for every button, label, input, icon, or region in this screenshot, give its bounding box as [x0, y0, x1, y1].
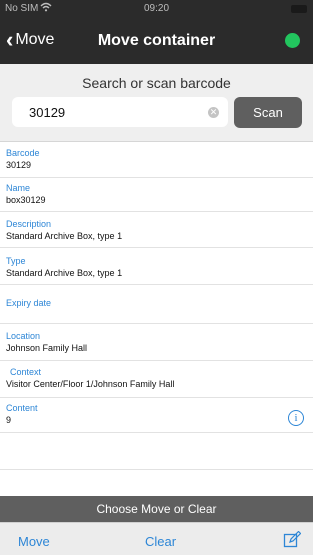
barcode-row: Barcode 30129 — [0, 143, 313, 178]
battery-icon — [291, 5, 307, 13]
description-label: Description — [6, 219, 52, 229]
empty-row — [0, 433, 313, 470]
barcode-value: 30129 — [6, 160, 32, 170]
bottom-toolbar: Move Clear — [0, 522, 313, 555]
content-label: Content — [6, 403, 38, 413]
type-label: Type — [6, 256, 26, 266]
location-row: Location Johnson Family Hall — [0, 324, 313, 361]
clear-circle-icon[interactable]: ✕ — [208, 107, 219, 118]
description-row: Description Standard Archive Box, type 1 — [0, 212, 313, 248]
context-value: Visitor Center/Floor 1/Johnson Family Ha… — [6, 379, 175, 389]
page-title: Move container — [97, 32, 216, 49]
scan-button[interactable]: Scan — [234, 97, 302, 128]
description-value: Standard Archive Box, type 1 — [6, 231, 123, 241]
edit-icon[interactable] — [283, 530, 302, 549]
search-heading: Search or scan barcode — [82, 75, 231, 91]
name-label: Name — [6, 183, 31, 193]
move-button[interactable]: Move — [18, 534, 50, 549]
content-value: 9 — [6, 415, 12, 425]
clock-label: 09:20 — [143, 3, 170, 14]
context-label: Context — [10, 367, 42, 377]
search-panel: Search or scan barcode ✕ Scan — [0, 64, 313, 142]
connection-status-indicator — [285, 33, 300, 48]
navigation-bar: ‹ Move Move container — [0, 18, 313, 64]
search-field-container: ✕ — [12, 97, 228, 127]
name-row: Name box30129 — [0, 178, 313, 212]
barcode-search-input[interactable] — [12, 97, 202, 127]
barcode-label: Barcode — [6, 148, 40, 158]
info-icon[interactable]: i — [288, 410, 304, 426]
location-label: Location — [6, 331, 41, 341]
content-row[interactable]: Content 9 i — [0, 398, 313, 433]
action-prompt-bar: Choose Move or Clear — [0, 496, 313, 522]
type-row: Type Standard Archive Box, type 1 — [0, 248, 313, 285]
expiry-date-row: Expiry date — [0, 285, 313, 324]
expiry-date-label: Expiry date — [6, 298, 52, 308]
name-value: box30129 — [6, 195, 46, 205]
clear-button[interactable]: Clear — [145, 534, 176, 549]
type-value: Standard Archive Box, type 1 — [6, 268, 123, 278]
location-value: Johnson Family Hall — [6, 343, 88, 353]
context-row: Context Visitor Center/Floor 1/Johnson F… — [0, 361, 313, 398]
status-bar: No SIM 09:20 — [0, 0, 313, 18]
